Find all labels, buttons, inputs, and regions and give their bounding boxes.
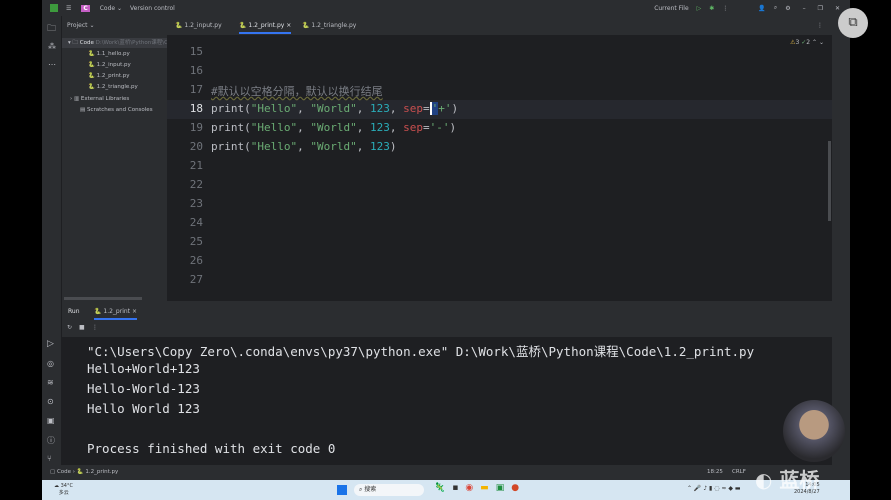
tree-file[interactable]: 🐍 1.2_triangle.py [88, 84, 138, 90]
webcam-overlay [783, 400, 845, 462]
line-number: 22 [189, 178, 203, 191]
console-line: Hello World 123 [87, 401, 200, 416]
tree-external-libraries[interactable]: › ▥ External Libraries [70, 96, 129, 102]
account-icon[interactable]: 👤 [758, 5, 765, 12]
app-logo-icon [50, 4, 58, 12]
tree-root[interactable]: ▾ 🗀 Code D:\Work\蓝桥\Python课程\Code [62, 38, 178, 48]
gear-icon[interactable]: ⚙ [785, 5, 790, 12]
main-menu-icon[interactable]: ☰ [66, 5, 71, 12]
line-number: 15 [189, 45, 203, 58]
line-number: 24 [189, 216, 203, 229]
run-config-selector[interactable]: Current File [654, 5, 688, 12]
structure-icon[interactable]: ⁂ [48, 42, 56, 51]
line-number: 26 [189, 254, 203, 267]
cursor-position[interactable]: 18:25 [707, 469, 723, 475]
project-panel-title[interactable]: Project ⌄ [67, 22, 94, 29]
title-bar: ☰ C Code ⌄ Version control Current File … [42, 0, 850, 16]
start-button[interactable] [337, 485, 347, 495]
weather-widget[interactable]: ☁ 34°C 多云 [54, 483, 73, 497]
breadcrumb[interactable]: ▢ Code › 🐍 1.2_print.py [50, 469, 118, 475]
line-number: 16 [189, 64, 203, 77]
line-number: 25 [189, 235, 203, 248]
line-number: 23 [189, 197, 203, 210]
search-icon[interactable]: ⌕ [774, 4, 777, 12]
watermark-logo: ◐ 蓝桥 [755, 468, 820, 492]
layers-icon[interactable]: ≋ [47, 378, 54, 387]
code-line-18: print("Hello", "World", 123, sep= '+') [211, 102, 459, 115]
tool-window-strip: 🗀 ⁂ ⋯ ▷ ◎ ≋ ⊙ ▣ ⓘ ⑂ [42, 16, 62, 465]
python-packages-icon[interactable]: ◎ [47, 359, 54, 368]
editor-tabs: 🐍 1.2_input.py 🐍 1.2_print.py × 🐍 1.2_tr… [167, 16, 832, 36]
line-number: 20 [189, 140, 203, 153]
console-line: Process finished with exit code 0 [87, 441, 336, 456]
problems-icon[interactable]: ⓘ [47, 435, 55, 446]
tree-file[interactable]: 🐍 1.2_input.py [88, 62, 131, 68]
rerun-icon[interactable]: ↻ [67, 324, 72, 331]
taskbar-search[interactable]: ⌕ 搜索 [354, 484, 424, 496]
editor-scrollbar[interactable] [828, 141, 831, 221]
line-number: 17 [189, 83, 203, 96]
console-output[interactable]: "C:\Users\Copy Zero\.conda\envs\py37\pyt… [62, 337, 832, 465]
debug-icon[interactable]: ✱ [709, 5, 714, 12]
tree-scratches[interactable]: ▤ Scratches and Consoles [80, 107, 153, 113]
console-line: "C:\Users\Copy Zero\.conda\envs\py37\pyt… [87, 344, 755, 359]
status-bar: ▢ Code › 🐍 1.2_print.py 18:25 CRLF [42, 465, 850, 480]
console-line: Hello+World+123 [87, 361, 200, 376]
windows-taskbar: ☁ 34°C 多云 ⌕ 搜索 🦎▪◉▬▣● ⌃ 🎤 ♪ ▮ ◌ ≈ ◆ ▬ 14… [42, 480, 850, 500]
line-number: 21 [189, 159, 203, 172]
line-number: 27 [189, 273, 203, 286]
line-number: 18 [189, 102, 203, 115]
run-panel-header: Run 🐍 1.2_print × ↻ ■ ⋮ [62, 301, 832, 337]
horizontal-scrollbar[interactable] [64, 297, 142, 300]
run-panel-title: Run [68, 308, 80, 315]
more-icon[interactable]: ⋮ [92, 324, 98, 331]
stop-icon[interactable]: ■ [79, 324, 85, 331]
tab-more-icon[interactable]: ⋮ [817, 22, 823, 29]
run-tab[interactable]: 🐍 1.2_print × [94, 308, 137, 320]
vcs-menu[interactable]: Version control [130, 5, 175, 12]
code-comment: #默认以空格分隔，默认以换行结尾 [211, 85, 383, 98]
maximize-button[interactable]: ❐ [818, 5, 823, 12]
code-line-19: print("Hello", "World", 123, sep='-') [211, 121, 457, 134]
minimize-button[interactable]: – [803, 5, 806, 12]
folder-icon[interactable]: 🗀 [47, 21, 56, 37]
run-tool-icon[interactable]: ▷ [47, 339, 54, 349]
project-panel: Project ⌄ ▾ 🗀 Code D:\Work\蓝桥\Python课程\C… [62, 16, 178, 301]
system-tray[interactable]: ⌃ 🎤 ♪ ▮ ◌ ≈ ◆ ▬ [687, 485, 741, 492]
tree-file[interactable]: 🐍 1.2_print.py [88, 73, 130, 79]
services-icon[interactable]: ⊙ [47, 397, 54, 406]
screenshot-tool-icon[interactable]: ⧉ [838, 8, 868, 38]
taskbar-app-icons[interactable]: 🦎▪◉▬▣● [434, 483, 526, 493]
git-icon[interactable]: ⑂ [47, 454, 52, 463]
run-icon[interactable]: ▷ [697, 5, 702, 12]
inspection-widget[interactable]: ⚠3 ✓2 ⌃ ⌄ [790, 39, 824, 46]
line-ending[interactable]: CRLF [732, 469, 746, 475]
tab-1-2-input[interactable]: 🐍 1.2_input.py [175, 22, 222, 29]
more-icon[interactable]: ⋮ [722, 5, 728, 12]
terminal-icon[interactable]: ▣ [47, 416, 55, 425]
tab-1-2-triangle[interactable]: 🐍 1.2_triangle.py [302, 22, 356, 29]
console-line: Hello-World-123 [87, 381, 200, 396]
more-tools-icon[interactable]: ⋯ [48, 60, 56, 69]
ide-window: ☰ C Code ⌄ Version control Current File … [42, 0, 850, 480]
right-tool-strip [832, 16, 850, 465]
project-selector[interactable]: C Code ⌄ [81, 4, 122, 12]
tree-file[interactable]: 🐍 1.1_hello.py [88, 51, 130, 57]
code-editor[interactable]: ⚠3 ✓2 ⌃ ⌄ 15 16 17 18 19 20 21 22 23 24 25 26 27 #默认… [167, 36, 832, 298]
code-line-20: print("Hello", "World", 123) [211, 140, 397, 153]
line-number: 19 [189, 121, 203, 134]
close-button[interactable]: ✕ [835, 5, 840, 12]
tab-1-2-print[interactable]: 🐍 1.2_print.py × [239, 22, 292, 34]
